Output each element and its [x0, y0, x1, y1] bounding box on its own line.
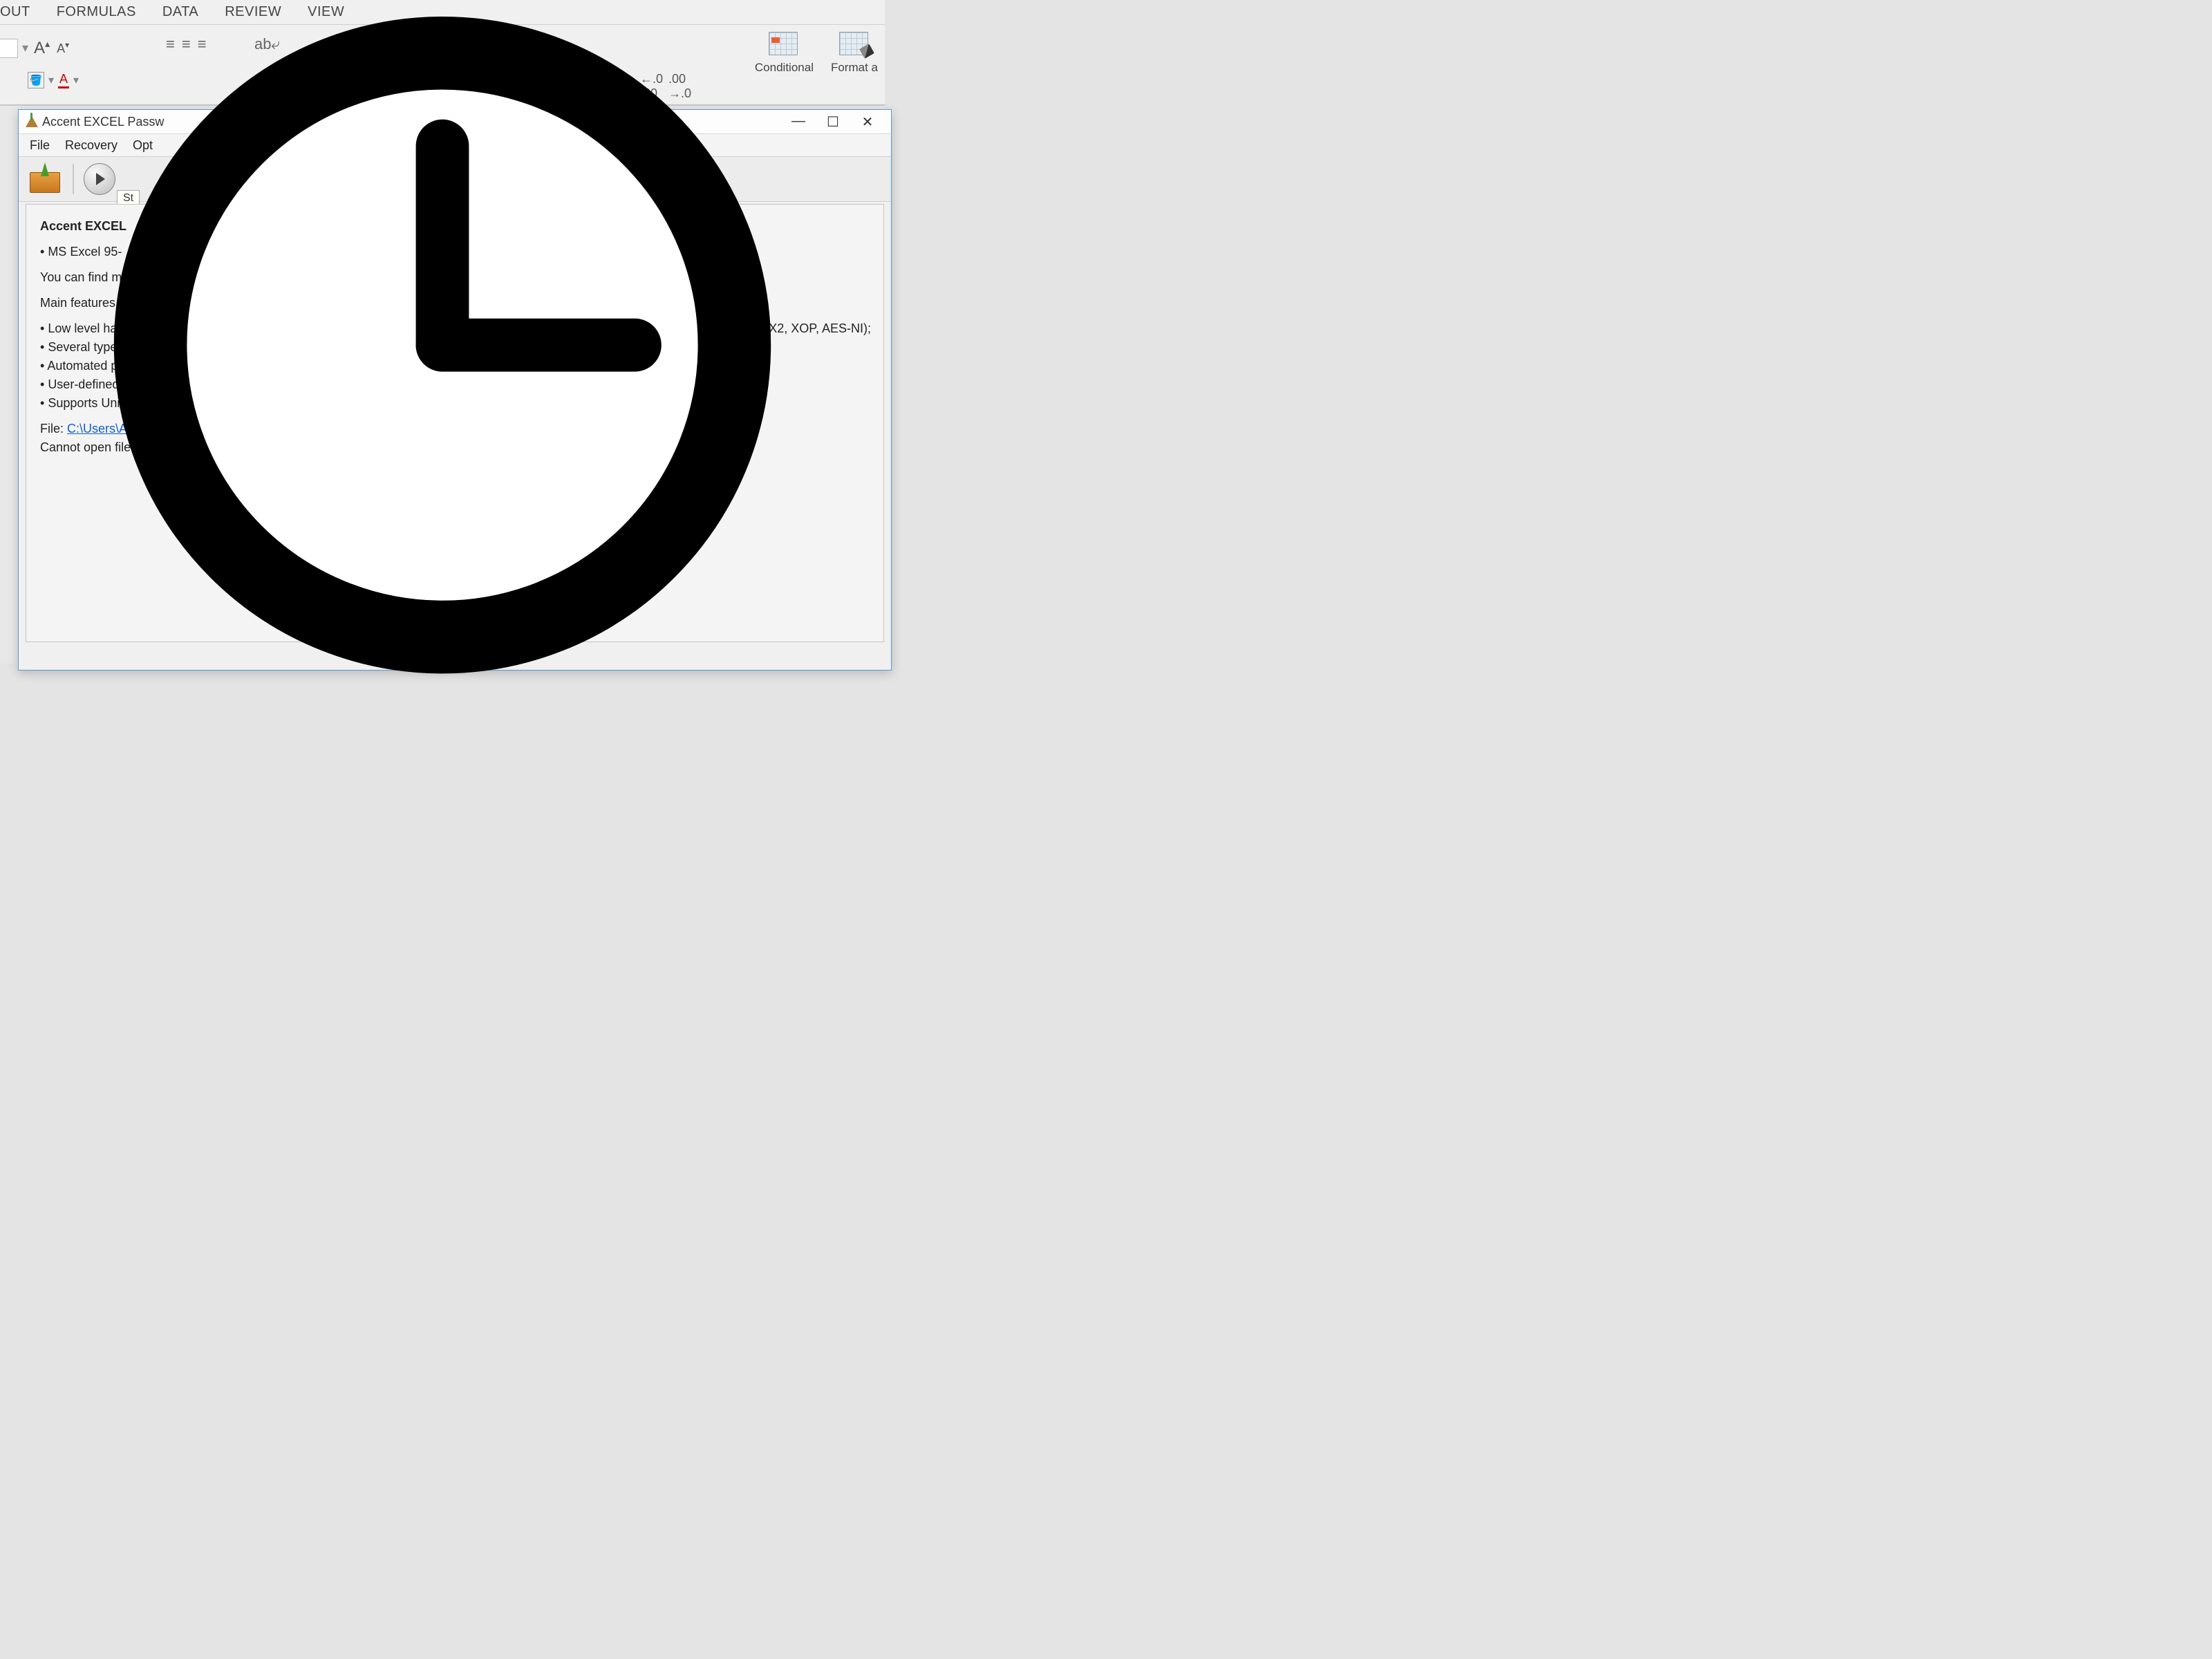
content-area: Accent EXCEL MS Excel 95- You can find m…	[26, 204, 884, 642]
file-line: File: C:\Users\ADMIN\Deskt	[40, 420, 870, 438]
app-icon	[26, 115, 38, 128]
feature-text-0: Low level hand	[48, 321, 131, 335]
fill-color-icon[interactable]: 🪣	[28, 72, 44, 88]
font-size-group: ▾ A▴ A▾	[0, 35, 73, 61]
format-as-table-icon	[838, 30, 871, 59]
feature-item: Supports Unicode an	[40, 394, 870, 413]
feature-item: User-defined sets	[40, 375, 870, 394]
increase-font-icon[interactable]: A▴	[32, 38, 51, 58]
fill-dropdown-icon[interactable]: ▾	[48, 73, 54, 87]
feature-item: Low level hand X2, XOP, AES-NI);	[40, 319, 870, 338]
format-as-table-button[interactable]: Format a	[831, 30, 878, 75]
conditional-formatting-icon	[767, 30, 800, 59]
toolbar-separator	[73, 164, 74, 194]
menu-file[interactable]: File	[30, 138, 50, 153]
ribbon-tab-layout[interactable]: OUT	[0, 4, 30, 20]
align-top-icon[interactable]: ≡	[166, 35, 175, 53]
ribbon-tab-view[interactable]: VIEW	[308, 4, 344, 20]
maximize-button[interactable]: ☐	[825, 113, 841, 131]
close-button[interactable]: ✕	[859, 113, 876, 131]
decrease-font-icon[interactable]: A▾	[55, 40, 71, 56]
align-middle-icon[interactable]: ≡	[182, 35, 191, 53]
error-line: Cannot open file.	[40, 438, 870, 457]
feature-item: Several types of	[40, 338, 870, 357]
conditional-formatting-button[interactable]: Conditional	[755, 30, 814, 75]
menubar: File Recovery Opt	[19, 134, 891, 156]
window-title: Accent EXCEL Passw	[42, 115, 790, 129]
ribbon-tab-review[interactable]: REVIEW	[225, 4, 281, 20]
toolbar: St	[19, 156, 891, 202]
feature-item: Automated passw	[40, 357, 870, 375]
wrap-text-icon: ab⤶	[254, 35, 280, 53]
ribbon-tab-data[interactable]: DATA	[162, 4, 198, 20]
menu-recovery[interactable]: Recovery	[65, 138, 118, 153]
number-format-group: ←.0.00 .00→.0	[640, 72, 691, 101]
content-heading: Accent EXCEL	[40, 219, 126, 233]
styles-group: Conditional Format a	[755, 30, 878, 75]
open-file-button[interactable]	[28, 164, 63, 194]
titlebar[interactable]: Accent EXCEL Passw — ☐ ✕	[19, 110, 891, 134]
excel-background: OUT FORMULAS DATA REVIEW VIEW ▾ A▴ A▾ ≡ …	[0, 0, 885, 664]
ribbon-tab-formulas[interactable]: FORMULAS	[57, 4, 136, 20]
conditional-label: Conditional	[755, 61, 814, 75]
font-color-dropdown-icon[interactable]: ▾	[73, 73, 79, 87]
font-color-group: 🪣 ▾ A ▾	[28, 72, 79, 88]
format-as-label: Format a	[831, 61, 878, 75]
window-controls: — ☐ ✕	[790, 113, 888, 131]
alignment-group: ≡ ≡ ≡	[166, 35, 207, 53]
minimize-button[interactable]: —	[790, 113, 807, 131]
ribbon-tabs: OUT FORMULAS DATA REVIEW VIEW	[0, 0, 885, 25]
start-recovery-button[interactable]	[84, 163, 115, 195]
increase-decimal-icon[interactable]: .00→.0	[668, 72, 691, 101]
font-size-box[interactable]	[0, 39, 18, 58]
features-list: Low level hand X2, XOP, AES-NI); Several…	[40, 319, 870, 413]
wrap-text-group[interactable]: ab⤶	[254, 35, 280, 53]
align-bottom-icon[interactable]: ≡	[198, 35, 207, 53]
dropdown-arrow-icon[interactable]: ▾	[22, 41, 28, 55]
file-path-link[interactable]: C:\Users\ADMIN\Deskt	[67, 422, 194, 435]
accent-excel-window: Accent EXCEL Passw — ☐ ✕ File Recovery O…	[18, 109, 892, 671]
excel-version-line: MS Excel 95-	[40, 243, 870, 261]
file-label: File:	[40, 422, 67, 435]
main-features-line: Main features a	[40, 294, 870, 312]
ribbon-body: ▾ A▴ A▾ ≡ ≡ ≡ ab⤶ 🪣 ▾ A ▾ ←.0.00 .00→.0 …	[0, 25, 885, 106]
decrease-decimal-icon[interactable]: ←.0.00	[640, 72, 663, 101]
menu-options[interactable]: Opt	[133, 138, 153, 153]
cpu-tail: X2, XOP, AES-NI);	[769, 319, 871, 338]
font-color-icon[interactable]: A	[58, 72, 69, 88]
find-more-line: You can find m	[40, 268, 870, 287]
